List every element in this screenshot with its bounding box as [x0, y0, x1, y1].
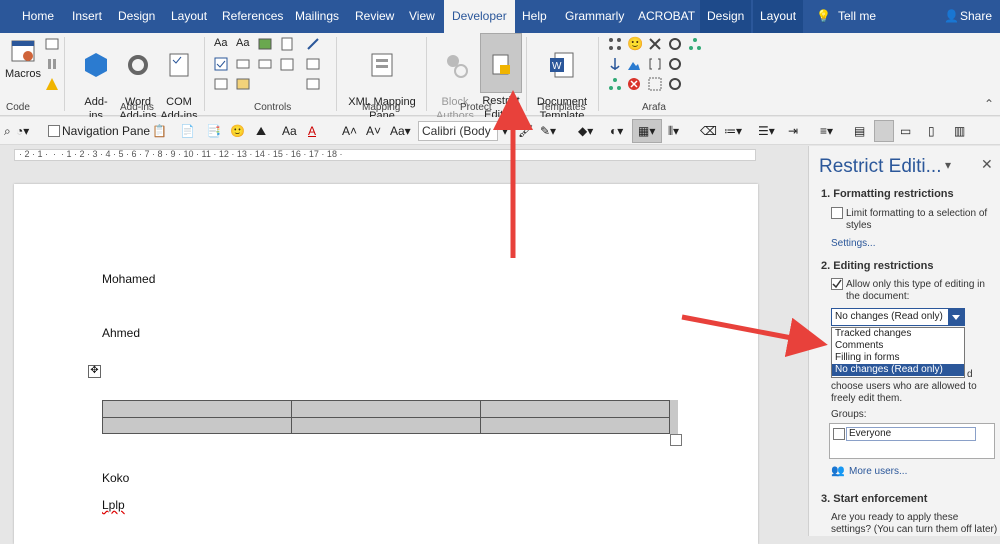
- annotation-arrows: [493, 90, 828, 358]
- arrow-to-dropdown: [681, 314, 828, 358]
